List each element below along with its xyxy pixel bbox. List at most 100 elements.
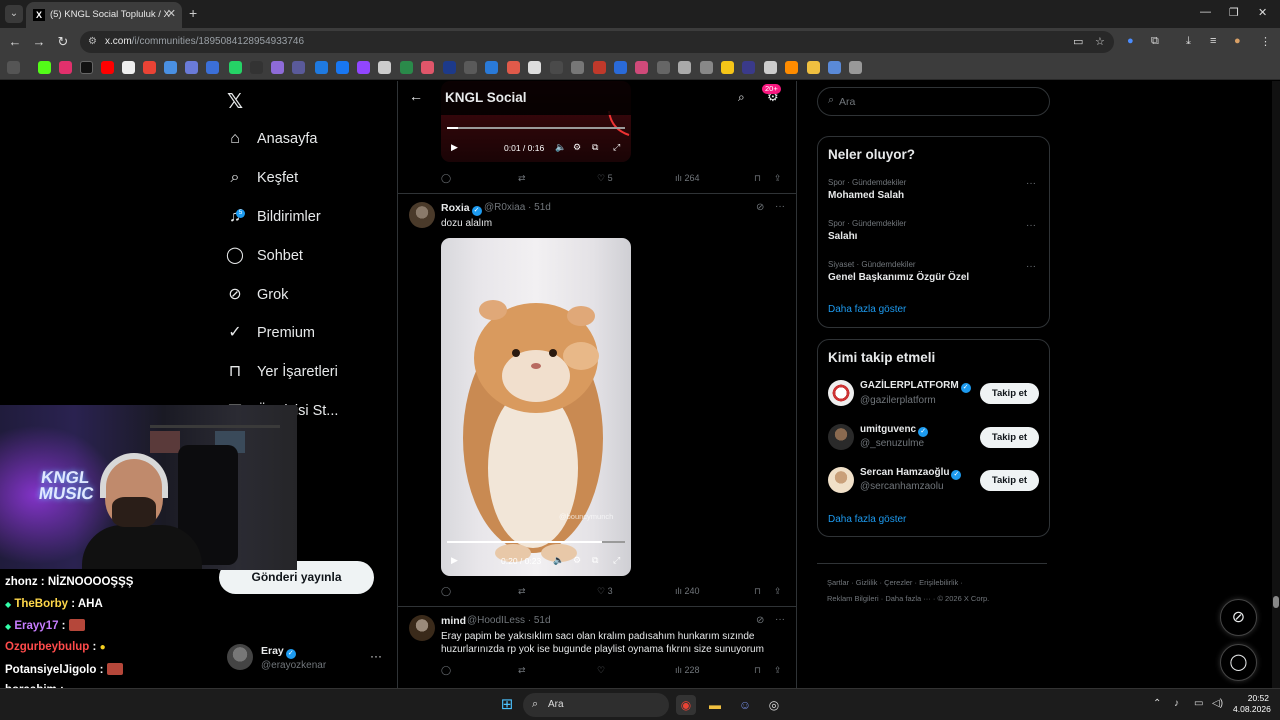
avatar[interactable]	[409, 202, 435, 228]
kick-bookmark-icon[interactable]	[38, 61, 51, 74]
minimize-icon[interactable]: —	[1200, 6, 1211, 18]
bookmark-icon[interactable]: ⊓	[754, 586, 761, 597]
bookmark-icon-29[interactable]	[635, 61, 648, 74]
tab-search-icon[interactable]: ⌄	[5, 5, 23, 23]
follow-button[interactable]: Takip et	[980, 427, 1039, 448]
sidebar-item-chat[interactable]: ◯ Sohbet	[226, 242, 303, 270]
picture-in-picture-icon[interactable]: ⧉	[592, 142, 598, 153]
video-progress-bar[interactable]	[447, 127, 625, 129]
trend-more-icon[interactable]: ···	[1026, 178, 1036, 189]
avatar[interactable]	[828, 467, 854, 493]
bookmark-icon-22[interactable]	[485, 61, 498, 74]
avatar[interactable]	[828, 380, 854, 406]
footer-links[interactable]: Reklam Bilgileri · Daha fazla ··· · © 20…	[827, 594, 989, 603]
bookmark-icon-31[interactable]	[678, 61, 691, 74]
bookmark-icon-27[interactable]	[593, 61, 606, 74]
extensions-puzzle-icon[interactable]: ⧉	[1151, 35, 1159, 48]
back-arrow-icon[interactable]: ←	[409, 88, 423, 104]
sidebar-item-home[interactable]: ⌂ Anasayfa	[226, 125, 317, 153]
new-tab-icon[interactable]: +	[189, 5, 197, 21]
share-icon[interactable]: ⇪	[774, 173, 782, 184]
messages-fab-icon[interactable]: ◯	[1220, 644, 1257, 681]
trend-more-icon[interactable]: ···	[1026, 220, 1036, 231]
avatar[interactable]	[409, 615, 435, 641]
bookmark-star-icon[interactable]: ☆	[1095, 35, 1105, 48]
taskbar-clock[interactable]: 20:52 4.08.2026	[1233, 693, 1271, 715]
bookmark-icon-32[interactable]	[700, 61, 713, 74]
footer-links[interactable]: Şartlar · Gizlilik · Çerezler · Erişileb…	[827, 578, 963, 587]
folder-bookmark-icon[interactable]	[807, 61, 820, 74]
trend-more-icon[interactable]: ···	[1026, 261, 1036, 272]
follow-button[interactable]: Takip et	[980, 383, 1039, 404]
tab-close-icon[interactable]: ✕	[167, 7, 176, 20]
like-button[interactable]: ♡	[597, 665, 605, 676]
fullscreen-icon[interactable]: ⤢	[613, 555, 620, 566]
bookmark-icon-35[interactable]	[764, 61, 777, 74]
apps-grid-icon[interactable]	[7, 61, 20, 74]
bookmark-icon-28[interactable]	[614, 61, 627, 74]
suggested-account-name[interactable]: Sercan Hamzaoğlu ✓	[860, 467, 962, 480]
address-bar[interactable]: ⚙ x.com/i/communities/189508412895493374…	[80, 31, 1114, 53]
play-icon[interactable]: ▶	[451, 142, 458, 153]
google-bookmark-icon[interactable]	[122, 61, 135, 74]
reading-list-icon[interactable]: ≡	[1210, 35, 1216, 47]
grok-fab-icon[interactable]: ⊘	[1220, 599, 1257, 636]
post-author-name[interactable]: Roxia ✓	[441, 202, 482, 216]
account-more-icon[interactable]: ···	[370, 649, 382, 663]
share-icon[interactable]: ⇪	[774, 586, 782, 597]
window-close-icon[interactable]: ✕	[1258, 6, 1267, 19]
settings-gear-icon[interactable]: ⚙	[573, 555, 581, 566]
suggested-account-name[interactable]: umitguvenc ✓	[860, 424, 929, 437]
sidebar-item-grok[interactable]: ⊘ Grok	[226, 281, 288, 309]
like-button[interactable]: ♡ 3	[597, 586, 613, 597]
bookmark-icon-18[interactable]	[400, 61, 413, 74]
bookmark-icon-13[interactable]	[292, 61, 305, 74]
microphone-icon[interactable]: ♪	[1174, 698, 1179, 709]
bookmark-icon-34[interactable]	[742, 61, 755, 74]
bookmark-icon-7[interactable]	[164, 61, 177, 74]
sidebar-item-explore[interactable]: ⌕ Keşfet	[226, 164, 299, 192]
bookmark-icon-14[interactable]	[315, 61, 328, 74]
reply-icon[interactable]: ◯	[441, 586, 451, 597]
profile-avatar-icon[interactable]: ●	[1234, 35, 1241, 47]
windows-start-icon[interactable]: ⊞	[497, 695, 517, 715]
trend-item[interactable]: Salahı	[828, 231, 857, 242]
youtube-bookmark-icon[interactable]	[101, 61, 114, 74]
bookmark-icon-33[interactable]	[721, 61, 734, 74]
cast-icon[interactable]: ▭	[1073, 35, 1083, 48]
chrome-app-icon[interactable]: ◉	[676, 695, 696, 715]
network-icon[interactable]: ▭	[1194, 698, 1203, 709]
views-button[interactable]: ılı 228	[675, 665, 700, 675]
browser-menu-icon[interactable]: ⋮	[1260, 35, 1271, 48]
repost-icon[interactable]: ⇄	[518, 173, 526, 184]
tray-chevron-icon[interactable]: ⌃	[1153, 698, 1161, 709]
grok-explain-icon[interactable]: ⊘	[756, 615, 764, 626]
bookmark-icon-21[interactable]	[464, 61, 477, 74]
bookmark-icon-25[interactable]	[550, 61, 563, 74]
reply-icon[interactable]: ◯	[441, 665, 451, 676]
sidebar-item-notifications[interactable]: ♫ 5 Bildirimler	[226, 203, 321, 231]
extension-icon[interactable]: ●	[1127, 35, 1134, 47]
fullscreen-icon[interactable]: ⤢	[613, 142, 620, 153]
bookmark-icon-24[interactable]	[528, 61, 541, 74]
bookmark-icon-26[interactable]	[571, 61, 584, 74]
repost-icon[interactable]: ⇄	[518, 586, 526, 597]
trends-show-more-link[interactable]: Daha fazla göster	[828, 304, 906, 315]
like-button[interactable]: ♡ 5	[597, 173, 613, 184]
who-to-follow-show-more-link[interactable]: Daha fazla göster	[828, 514, 906, 525]
trend-item[interactable]: Genel Başkanımız Özgür Özel	[828, 272, 969, 283]
volume-icon[interactable]: 🔈	[553, 555, 564, 566]
search-input[interactable]: ⌕ Ara	[817, 87, 1050, 116]
x-bookmark-icon[interactable]	[80, 61, 93, 74]
bookmark-icon-8[interactable]	[185, 61, 198, 74]
file-explorer-icon[interactable]: ▬	[705, 695, 725, 715]
site-info-icon[interactable]: ⚙	[88, 36, 97, 47]
video-progress-bar[interactable]	[447, 541, 625, 543]
back-icon[interactable]: ←	[7, 34, 23, 49]
avatar[interactable]	[227, 644, 253, 670]
views-button[interactable]: ılı 264	[675, 173, 700, 183]
whatsapp-bookmark-icon[interactable]	[229, 61, 242, 74]
x-logo-icon[interactable]: 𝕏	[227, 89, 243, 114]
facebook-bookmark-icon[interactable]	[336, 61, 349, 74]
views-button[interactable]: ılı 240	[675, 586, 700, 596]
